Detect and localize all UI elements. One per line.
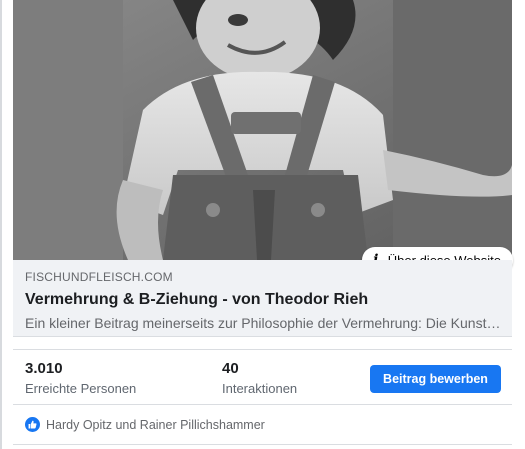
reach-stat[interactable]: 3.010 Erreichte Personen — [25, 360, 136, 397]
interactions-label: Interaktionen — [222, 381, 298, 396]
link-preview-image[interactable] — [13, 0, 512, 260]
link-title: Vermehrung & B-Ziehung - von Theodor Rie… — [25, 291, 369, 308]
reactor-names[interactable]: Hardy Opitz und Rainer Pillichshammer — [46, 418, 265, 432]
reach-label: Erreichte Personen — [25, 381, 137, 396]
link-description: Ein kleiner Beitrag meinerseits zur Phil… — [25, 315, 501, 331]
reach-value: 3.010 — [25, 360, 63, 377]
card-border — [0, 0, 2, 449]
link-domain: FISCHUNDFLEISCH.COM — [25, 270, 173, 284]
boost-post-button[interactable]: Beitrag bewerben — [370, 365, 501, 393]
post-card: i Über diese Website FISCHUNDFLEISCH.COM… — [0, 0, 525, 449]
interactions-value: 40 — [222, 360, 239, 377]
interactions-stat[interactable]: 40 Interaktionen — [222, 360, 297, 397]
post-insights: 3.010 Erreichte Personen 40 Interaktione… — [13, 349, 512, 405]
photo-child-lederhosen — [13, 0, 512, 260]
link-preview-meta[interactable]: FISCHUNDFLEISCH.COM Vermehrung & B-Ziehu… — [13, 260, 512, 337]
like-icon[interactable] — [25, 417, 40, 432]
thumbs-up-icon — [28, 420, 37, 429]
reactions-summary: Hardy Opitz und Rainer Pillichshammer — [13, 405, 512, 445]
